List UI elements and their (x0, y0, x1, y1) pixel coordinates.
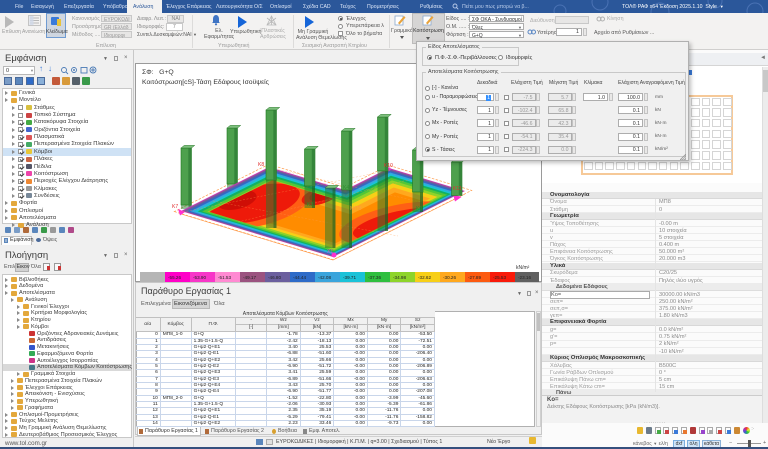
svg-text:K9: K9 (416, 206, 422, 212)
svg-text:-51.53: -51.53 (218, 275, 231, 280)
svg-text:-32.62: -32.62 (418, 275, 431, 280)
svg-text:-46.80: -46.80 (268, 275, 281, 280)
svg-text:K10: K10 (384, 163, 393, 169)
svg-text:K4: K4 (343, 185, 349, 191)
svg-text:K3: K3 (307, 202, 313, 208)
svg-text:-49.17: -49.17 (243, 275, 256, 280)
svg-text:-27.89: -27.89 (468, 275, 481, 280)
svg-text:-55.26: -55.26 (168, 275, 181, 280)
svg-text:-53.90: -53.90 (193, 275, 206, 280)
svg-text:-44.44: -44.44 (293, 275, 306, 280)
svg-text:-34.98: -34.98 (393, 275, 406, 280)
svg-text:K8: K8 (258, 162, 264, 168)
svg-text:-30.26: -30.26 (443, 275, 456, 280)
svg-text:ΜΠ8: ΜΠ8 (350, 206, 362, 212)
svg-text:kN/m²: kN/m² (516, 265, 530, 271)
svg-text:K11: K11 (453, 186, 462, 192)
svg-text:-37.36: -37.36 (368, 275, 381, 280)
svg-text:-23.16: -23.16 (518, 275, 531, 280)
svg-text:K7: K7 (172, 204, 178, 210)
svg-text:-42.08: -42.08 (318, 275, 331, 280)
svg-text:-25.53: -25.53 (493, 275, 506, 280)
svg-text:X1: X1 (327, 249, 333, 255)
svg-text:-39.71: -39.71 (343, 275, 356, 280)
